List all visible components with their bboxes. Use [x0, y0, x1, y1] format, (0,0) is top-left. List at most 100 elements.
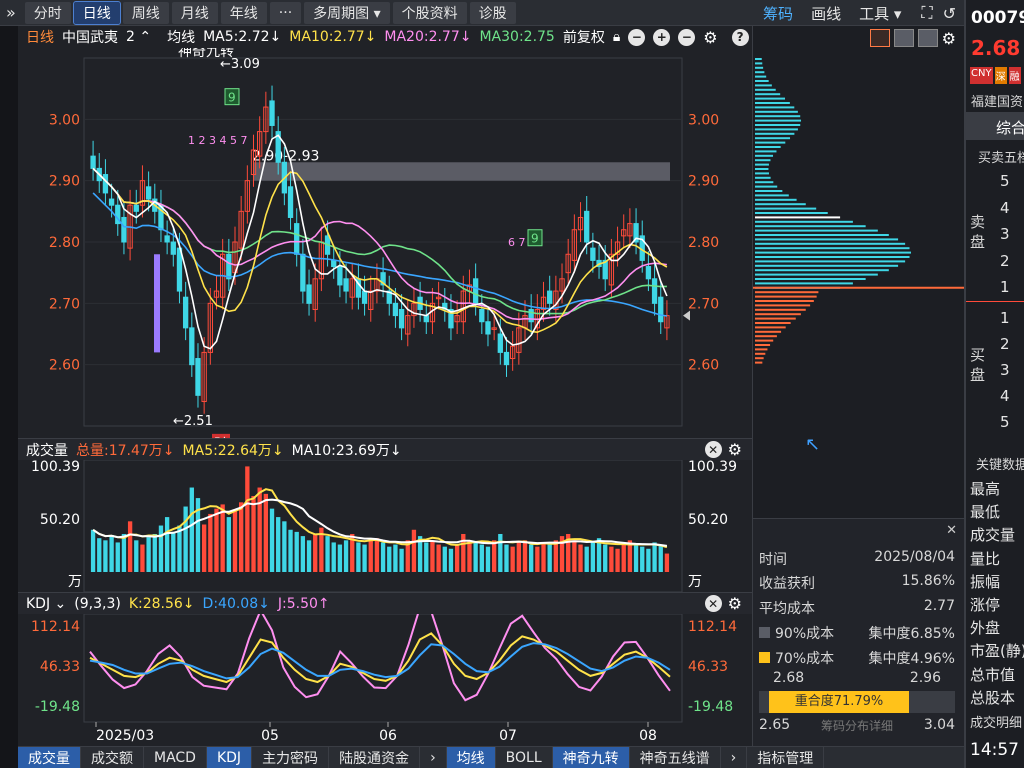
chip-next-icon[interactable]: [917, 29, 938, 47]
bottom-tab-10[interactable]: 神奇五线谱: [630, 746, 721, 768]
candle-body: [90, 155, 96, 169]
volume-bar: [121, 533, 127, 572]
x-tick-label: 05: [261, 728, 279, 744]
candle-body: [392, 302, 399, 317]
settings-icon[interactable]: ⚙: [703, 28, 717, 47]
draw-line-button[interactable]: 画线: [811, 3, 841, 24]
chip-bar: [755, 132, 795, 135]
chip-distribution-button[interactable]: 筹码: [763, 3, 793, 24]
chip-bar: [755, 352, 766, 355]
chip-bar: [755, 282, 853, 285]
volume-bar: [208, 513, 213, 572]
nine-marker-a-text: 9: [228, 91, 236, 105]
ma-label[interactable]: 均线: [167, 27, 195, 47]
chip-bar: [755, 110, 798, 113]
bottom-tab-3[interactable]: KDJ: [206, 746, 253, 768]
chip-play-icon[interactable]: [893, 29, 914, 47]
indicator-tab-bar: 成交量 成交额 MACD KDJ 主力密码 陆股通资金 › 均线 BOLL 神奇九转 神奇五线谱 › 指…: [18, 746, 964, 768]
chip-histogram[interactable]: ↖: [753, 50, 965, 520]
chip-mode-icon[interactable]: [869, 29, 890, 47]
candle-body: [102, 174, 109, 194]
kdj-chart[interactable]: 112.14 112.14 46.33 46.33 -19.48 -19.48 2025/0…: [18, 614, 752, 746]
bottom-tab-1[interactable]: 成交额: [81, 746, 144, 768]
volume-frame: [83, 460, 683, 592]
zoom-out-icon[interactable]: −: [628, 28, 646, 46]
chip-bar: [755, 260, 906, 263]
chip-close-icon[interactable]: ✕: [946, 523, 957, 538]
bottom-tab-2[interactable]: MACD: [144, 746, 207, 768]
top-tab-6[interactable]: 多周期图 ▾: [304, 1, 390, 24]
volume-bar: [399, 548, 404, 572]
currency-badge: CNY: [970, 67, 993, 84]
volume-bar: [424, 542, 429, 572]
top-tab-5[interactable]: ···: [269, 1, 302, 24]
order-book-title: 买卖五档: [978, 151, 1024, 166]
bottom-tab-4[interactable]: 主力密码: [252, 746, 330, 768]
stat-1: 最低: [970, 503, 1001, 522]
lock-icon[interactable]: 🔒︎: [613, 29, 620, 45]
chip-info-box: ✕ 时间 2025/08/04 收益获利 15.86% 平均成本 2.77 90%成本…: [753, 518, 965, 746]
kdj-tick-left-1: 46.33: [40, 659, 80, 675]
bottom-tab-5[interactable]: 陆股通资金: [329, 746, 421, 768]
vol-tick-mid-right: 50.20: [688, 512, 728, 528]
top-tab-8[interactable]: 诊股: [469, 1, 516, 24]
volume-ma10: MA10:23.69万↓: [291, 442, 402, 459]
volume-chart[interactable]: 100.39 100.39 50.20 50.20 万 万: [18, 460, 752, 592]
price-tick-right: 3.00: [688, 112, 719, 128]
bottom-tab-11[interactable]: ›: [721, 746, 748, 768]
volume-bar: [584, 546, 589, 572]
bottom-tab-0[interactable]: 成交量: [18, 746, 81, 768]
kdj-label[interactable]: KDJ ⌄: [26, 596, 66, 612]
bottom-tab-12[interactable]: 指标管理: [747, 746, 825, 768]
chart-count[interactable]: 2 ⌃: [126, 29, 151, 45]
chip-bar: [755, 97, 786, 100]
period-label: 日线: [26, 30, 54, 46]
close-kdj-icon[interactable]: ✕: [704, 595, 722, 612]
close-volume-icon[interactable]: ✕: [704, 441, 722, 458]
chip-bar: [755, 348, 768, 351]
tab-overview[interactable]: 综合: [966, 112, 1024, 140]
candle-body: [226, 253, 232, 280]
fullscreen-icon[interactable]: ⛶: [921, 3, 932, 23]
volume-bar: [189, 487, 194, 572]
price-chart[interactable]: 3.00 3.00 2.90 2.90 2.80 2.80 2.70 2.70 2.60 2.60…: [18, 48, 752, 438]
volume-bar: [226, 517, 231, 572]
bottom-tab-6[interactable]: ›: [420, 746, 447, 768]
volume-total: 总量:17.47万↓: [76, 442, 175, 459]
reset-icon[interactable]: ↺: [943, 4, 956, 23]
top-tab-2[interactable]: 周线: [122, 1, 169, 24]
tools-menu[interactable]: 工具 ▾: [859, 3, 901, 24]
sector-name[interactable]: 福建国资: [971, 91, 1023, 110]
top-tab-0[interactable]: 分时: [24, 1, 71, 24]
volume-settings-icon[interactable]: ⚙: [728, 440, 742, 459]
bottom-tab-8[interactable]: BOLL: [496, 746, 553, 768]
stock-code: 00079: [971, 8, 1024, 28]
deal-detail-title[interactable]: 成交明细: [970, 712, 1022, 731]
remove-icon[interactable]: −: [678, 28, 696, 46]
top-tab-7[interactable]: 个股资料: [392, 1, 467, 24]
chip-bar: [755, 216, 841, 219]
chip-bar: [755, 146, 781, 148]
help-icon[interactable]: ?: [731, 28, 749, 46]
zoom-in-icon[interactable]: +: [653, 28, 671, 46]
chip-detail-link[interactable]: 筹码分布详细: [821, 717, 893, 734]
price-tick-left: 3.00: [49, 112, 80, 128]
chip-bar: [755, 357, 764, 360]
c70-label: 70%成本: [775, 651, 835, 667]
bottom-tab-7[interactable]: 均线: [446, 746, 496, 768]
top-tab-4[interactable]: 年线: [220, 1, 267, 24]
chip-settings-icon[interactable]: ⚙: [942, 29, 956, 48]
price-header: 日线 中国武夷 2 ⌃ 均线 MA5:2.72↓ MA10:2.77↓ MA20…: [18, 26, 749, 48]
top-tab-3[interactable]: 月线: [171, 1, 218, 24]
current-price-marker: [683, 310, 690, 321]
chip-bar: [755, 234, 889, 236]
bottom-tab-9[interactable]: 神奇九转: [552, 746, 630, 768]
volume-bar: [288, 529, 293, 572]
adjust-label[interactable]: 前复权: [563, 27, 605, 47]
chip-bar: [755, 181, 774, 184]
candle-body: [503, 351, 510, 366]
volume-label[interactable]: 成交量: [26, 440, 68, 460]
kdj-settings-icon[interactable]: ⚙: [728, 594, 742, 613]
collapse-icon[interactable]: »: [6, 3, 16, 22]
top-tab-1[interactable]: 日线: [72, 0, 121, 25]
